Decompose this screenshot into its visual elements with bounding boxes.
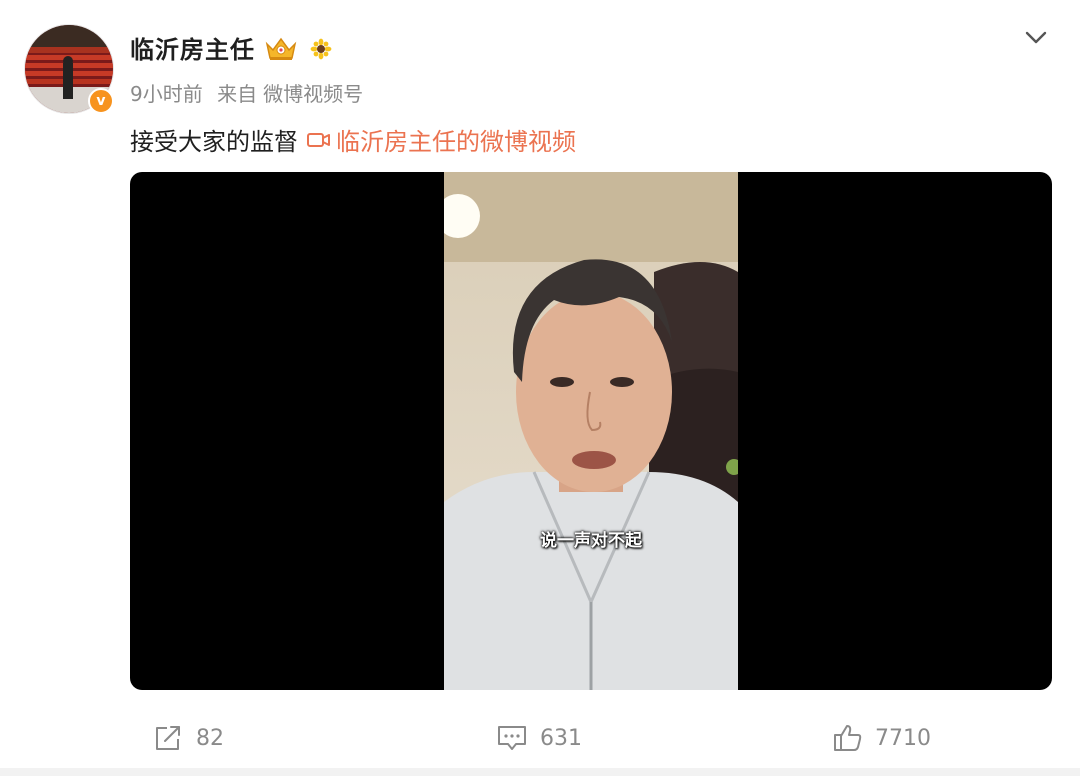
like-button[interactable]: 7710: [833, 722, 931, 754]
avatar[interactable]: v: [24, 24, 114, 114]
post-time[interactable]: 9小时前: [130, 82, 203, 106]
chevron-down-icon[interactable]: [1020, 24, 1052, 52]
video-frame: 说一声对不起: [444, 172, 738, 690]
sunflower-icon[interactable]: [310, 38, 332, 60]
verified-badge-icon: v: [88, 88, 114, 114]
comment-button[interactable]: 631: [496, 722, 582, 754]
video-player[interactable]: 说一声对不起: [130, 172, 1052, 690]
comment-icon: [498, 726, 526, 750]
weibo-post-card: v 临沂房主任 9小时前 来自 微博视频号 接受大家的监督 临沂房主任的微博视频…: [0, 0, 1080, 768]
repost-button[interactable]: 82: [154, 722, 224, 754]
post-text: 接受大家的监督 临沂房主任的微博视频: [130, 122, 576, 157]
comment-count: 631: [540, 725, 582, 751]
post-body: 接受大家的监督: [130, 128, 298, 156]
video-link-label: 临沂房主任的微博视频: [336, 128, 576, 156]
video-subtitle: 说一声对不起: [540, 531, 642, 551]
like-count: 7710: [875, 725, 931, 751]
source-prefix: 来自: [217, 82, 258, 106]
post-meta: 9小时前 来自 微博视频号: [130, 78, 363, 107]
video-link[interactable]: 临沂房主任的微博视频: [306, 122, 576, 157]
post-source[interactable]: 微博视频号: [263, 82, 363, 106]
thumbs-up-icon: [834, 725, 862, 751]
video-frame-image: [444, 172, 738, 690]
crown-icon[interactable]: [264, 34, 298, 62]
username[interactable]: 临沂房主任: [130, 30, 255, 65]
repost-icon: [156, 726, 180, 750]
repost-count: 82: [196, 725, 224, 751]
video-camera-icon: [307, 132, 330, 147]
